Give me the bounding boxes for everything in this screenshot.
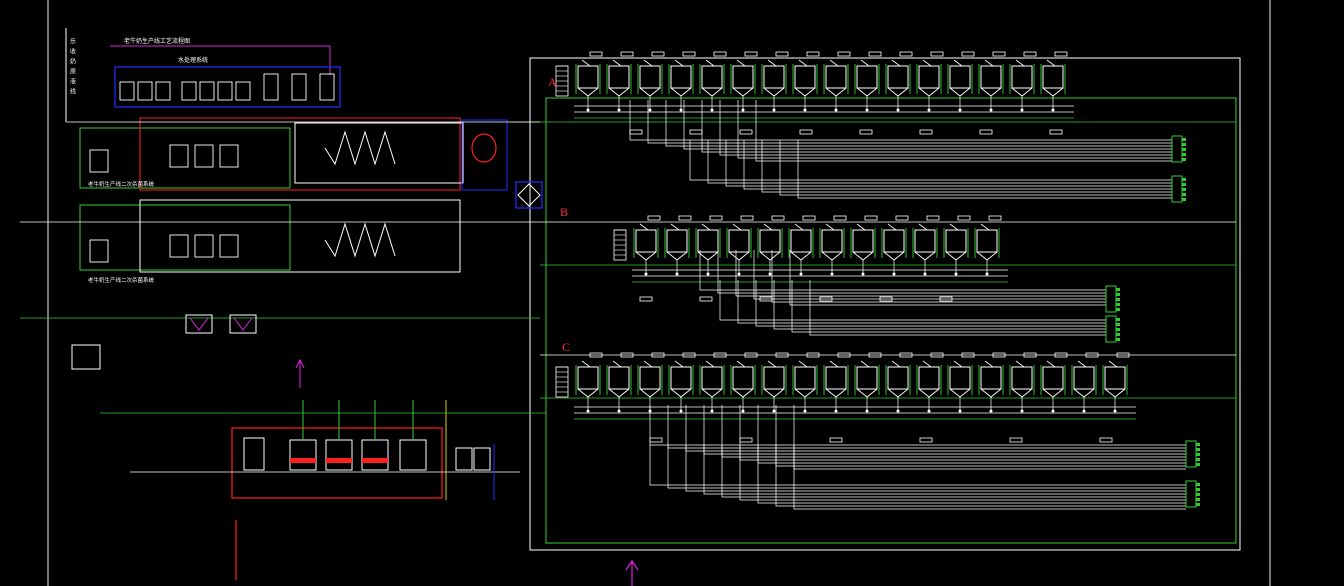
water-tank-3 — [155, 81, 171, 101]
water-tank-7 — [235, 81, 251, 101]
tank-c-7 — [761, 352, 789, 413]
storage-tank-row-a — [555, 51, 1074, 119]
buffer-tanks — [629, 129, 1113, 443]
tank-c-4 — [668, 352, 696, 413]
top-label-production-line: 老牛奶生产线工艺流程图 — [124, 37, 190, 45]
tank-b-4 — [726, 215, 754, 276]
tank-a-15 — [1009, 51, 1037, 112]
water-tank-10 — [319, 73, 335, 101]
water-tank-2 — [137, 81, 153, 101]
tank-c-9 — [823, 352, 851, 413]
tank-a-13 — [947, 51, 975, 112]
tank-c-17 — [1071, 352, 1099, 413]
water-treatment-area: 老牛奶生产线工艺流程图 水处理系统 — [110, 37, 341, 108]
pipe-bundle — [649, 445, 1200, 510]
water-tank-5 — [199, 81, 215, 101]
filter-units — [71, 314, 257, 370]
plate-heat-exchangers — [89, 130, 396, 263]
pipe-bundle — [629, 100, 1186, 163]
pasteurizer-system-upper: 老牛奶生产线二次杀菌系统 — [79, 117, 508, 191]
tank-a-3 — [637, 51, 665, 112]
tank-a-7 — [761, 51, 789, 112]
tank-a-14 — [978, 51, 1006, 112]
pipe-bundle — [649, 405, 1200, 470]
water-tank-8 — [263, 73, 279, 101]
left-margin-annotation: 乐收奶原液线 — [65, 28, 76, 122]
lower-system-label: 老牛奶生产线二次杀菌系统 — [88, 276, 155, 284]
tank-b-12 — [974, 215, 1002, 276]
tank-c-5 — [699, 352, 727, 413]
pipe-bundle — [719, 280, 1120, 343]
section-label-b: B — [560, 205, 568, 219]
tank-b-8 — [850, 215, 878, 276]
tank-c-12 — [916, 352, 944, 413]
tank-a-1 — [575, 51, 603, 112]
diverter-valve — [515, 181, 543, 209]
pipe-bundle — [699, 250, 1120, 313]
tank-c-8 — [792, 352, 820, 413]
left-margin-label: 乐收奶原液线 — [69, 38, 76, 98]
cip-tanks — [289, 400, 491, 500]
storage-tank-row-c — [555, 352, 1136, 420]
tank-b-1 — [633, 215, 661, 276]
tank-a-4 — [668, 51, 696, 112]
tank-b-2 — [664, 215, 692, 276]
tank-c-14 — [978, 352, 1006, 413]
tank-c-6 — [730, 352, 758, 413]
tank-b-6 — [788, 215, 816, 276]
water-tank-4 — [181, 81, 197, 101]
tank-a-2 — [606, 51, 634, 112]
tank-c-2 — [606, 352, 634, 413]
tank-b-10 — [912, 215, 940, 276]
tank-a-6 — [730, 51, 758, 112]
tank-a-16 — [1040, 51, 1068, 112]
section-label-a: A — [548, 75, 557, 89]
upper-system-label: 老牛奶生产线二次杀菌系统 — [88, 180, 155, 188]
tank-c-1 — [575, 352, 603, 413]
tank-a-11 — [885, 51, 913, 112]
tank-c-10 — [854, 352, 882, 413]
tank-c-11 — [885, 352, 913, 413]
cip-tank-4 — [399, 439, 427, 471]
cip-tank-2 — [325, 439, 353, 471]
water-tanks — [119, 73, 335, 101]
process-flow-diagram: 乐收奶原液线 老牛奶生产线工艺流程图 水处理系统 老牛奶生产线二次杀菌系统 老牛… — [20, 0, 1271, 586]
tank-c-18 — [1102, 352, 1130, 413]
top-label-water-system: 水处理系统 — [178, 56, 208, 64]
tank-c-3 — [637, 352, 665, 413]
tank-a-10 — [854, 51, 882, 112]
tank-b-9 — [881, 215, 909, 276]
manifold-pipe-bundles — [629, 100, 1200, 510]
water-tank-6 — [217, 81, 233, 101]
water-tank-9 — [291, 73, 307, 101]
inlet-arrow-icon — [625, 559, 639, 586]
section-label-c: C — [562, 340, 570, 354]
tank-c-16 — [1040, 352, 1068, 413]
tank-a-8 — [792, 51, 820, 112]
storage-tank-row-b — [613, 215, 1008, 283]
tank-b-5 — [757, 215, 785, 276]
water-tank-1 — [119, 81, 135, 101]
tank-b-11 — [943, 215, 971, 276]
cip-tank-3 — [361, 439, 389, 471]
tank-a-5 — [699, 51, 727, 112]
cip-tank-1 — [289, 439, 317, 471]
tank-b-7 — [819, 215, 847, 276]
tank-a-9 — [823, 51, 851, 112]
tank-a-12 — [916, 51, 944, 112]
pasteurizer-system-lower: 老牛奶生产线二次杀菌系统 — [79, 199, 461, 284]
tank-c-15 — [1009, 352, 1037, 413]
tank-c-13 — [947, 352, 975, 413]
